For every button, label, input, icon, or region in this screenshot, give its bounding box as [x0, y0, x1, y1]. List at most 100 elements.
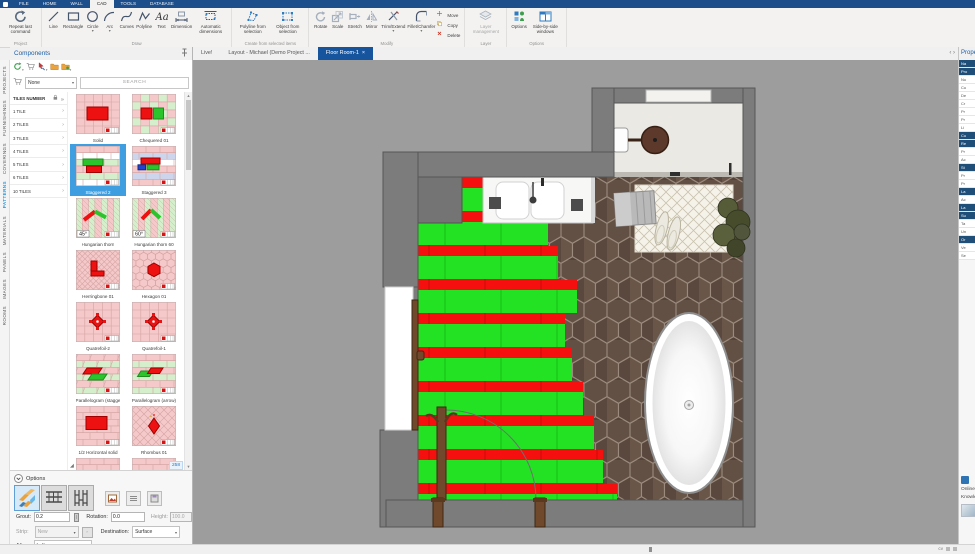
tile-pattern-hungarian-thorn[interactable]: 45° Hungarian thorn	[68, 196, 157, 248]
object-from-selection-button[interactable]: Object from selection	[270, 9, 305, 35]
trim-extend-button[interactable]: Trim/Extend ▾	[380, 9, 406, 34]
property-row[interactable]: Pr	[959, 172, 975, 180]
sidebar-item-coverings[interactable]: COVERINGS	[2, 143, 7, 174]
bathtub[interactable]	[644, 312, 734, 494]
property-category-row[interactable]: La	[959, 188, 975, 196]
towel[interactable]	[613, 190, 657, 227]
help-link-2[interactable]: Knowledge	[961, 494, 975, 502]
property-row[interactable]: Li	[959, 124, 975, 132]
filter-1-tile[interactable]: 1 TILE ›	[10, 105, 67, 119]
filter-4-tiles[interactable]: 4 TILES ›	[10, 145, 67, 159]
destination-dropdown[interactable]: Surface ▾	[132, 526, 181, 538]
help-thumbnail[interactable]	[961, 504, 975, 517]
copy-button[interactable]: Copy	[437, 21, 460, 29]
cart-toolbar-button[interactable]	[26, 62, 35, 73]
menu-wall[interactable]: WALL	[63, 0, 89, 8]
property-row[interactable]: Un	[959, 228, 975, 236]
grout-color-swatch[interactable]	[73, 512, 80, 522]
doc-tab-live[interactable]: Live!	[193, 47, 220, 60]
folder-toolbar-button[interactable]	[49, 62, 59, 73]
curves-button[interactable]: Curves	[118, 9, 135, 30]
tile-pattern-hungarian-thorn-60[interactable]: 60° Hungarian thorn 60	[91, 196, 186, 248]
text-button[interactable]: Aa Text	[153, 9, 170, 30]
sync-toolbar-button[interactable]: ▾	[13, 62, 24, 73]
mode-staggered-button[interactable]	[68, 485, 94, 511]
folder2-toolbar-button[interactable]: ▾	[60, 62, 71, 73]
property-row[interactable]: Nu	[959, 76, 975, 84]
stretch-button[interactable]: Stretch	[346, 9, 363, 30]
property-row[interactable]: Ac	[959, 156, 975, 164]
help-icon[interactable]	[961, 476, 969, 484]
statusbar-icon-2[interactable]	[953, 546, 957, 551]
shower-platform[interactable]	[417, 176, 463, 224]
tile-pattern-quatrefoil-1[interactable]: Quatrefoil-1	[126, 300, 182, 352]
floor-plan[interactable]	[193, 60, 958, 545]
tile-pattern-staggered-2[interactable]: Staggered 2	[70, 144, 126, 196]
search-input[interactable]: SEARCH	[80, 76, 189, 89]
filter-2-tiles[interactable]: 2 TILES ›	[10, 119, 67, 132]
property-row[interactable]: Pr	[959, 116, 975, 124]
filter-6-tiles[interactable]: 6 TILES ›	[10, 172, 67, 186]
sidebar-item-patterns[interactable]: PATTERNS	[2, 181, 7, 208]
menu-database[interactable]: DATABASE	[143, 0, 181, 8]
arc-button[interactable]: Arc ▾	[101, 9, 118, 34]
filter-5-tiles[interactable]: 5 TILES ›	[10, 158, 67, 172]
property-row[interactable]: De	[959, 92, 975, 100]
strip-dropdown[interactable]: New ▾	[34, 526, 79, 538]
property-row[interactable]: Ta	[959, 220, 975, 228]
tile-pattern-rhombus-01[interactable]: Rhombus 01	[87, 404, 186, 456]
mode-pattern-button[interactable]	[14, 485, 40, 511]
property-row[interactable]: Ac	[959, 196, 975, 204]
cart-icon[interactable]	[13, 77, 22, 88]
property-row[interactable]: Pr	[959, 148, 975, 156]
property-category-row[interactable]: Cu	[959, 132, 975, 140]
doc-tab-floor-room-1[interactable]: Floor Room-1 ×	[317, 47, 373, 60]
tile-pattern-partial[interactable]	[70, 456, 126, 470]
sidebar-item-images[interactable]: IMAGES	[2, 279, 7, 299]
property-row[interactable]: Ve	[959, 244, 975, 252]
property-category-row[interactable]: Re	[959, 140, 975, 148]
tile-pattern-1-2-horizontal-solid[interactable]: 1/2 Horizontal solid	[70, 404, 126, 456]
tile-pattern-quatrefoil-2[interactable]: Quatrefoil-2	[70, 300, 126, 352]
property-row[interactable]: Se	[959, 252, 975, 260]
strip-aux-button[interactable]: ›	[81, 526, 93, 538]
delete-button[interactable]: Delete	[437, 31, 460, 39]
menu-home[interactable]: HOME	[36, 0, 64, 8]
option-small-button-2[interactable]	[126, 491, 141, 506]
components-filter-dropdown[interactable]: None ▾	[25, 76, 77, 89]
tile-pattern-herringbone-01[interactable]: Herringbone 01	[68, 248, 161, 300]
tile-pattern-chequered-01[interactable]: Chequered 01	[126, 92, 182, 144]
sidebar-item-projects[interactable]: PROJECTS	[2, 66, 7, 94]
mode-grid-button[interactable]	[41, 485, 67, 511]
scale-button[interactable]: Scale	[329, 9, 346, 30]
menu-file[interactable]: FILE	[12, 0, 36, 8]
polyline-from-selection-button[interactable]: Polyline from selection	[235, 9, 270, 35]
fillet-chamfer-button[interactable]: Fillet/Chamfer ▾	[406, 9, 436, 34]
tab-scroll-arrows[interactable]: ‹ ›	[949, 47, 958, 60]
sidebar-item-materials[interactable]: MATERIALS	[2, 216, 7, 245]
line-button[interactable]: Line	[45, 9, 62, 30]
property-category-row[interactable]: St	[959, 164, 975, 172]
property-row[interactable]: Cu	[959, 84, 975, 92]
circle-button[interactable]: Circle ▾	[84, 9, 101, 34]
help-link[interactable]: Online	[961, 486, 975, 494]
property-category-row[interactable]: Na	[959, 60, 975, 68]
polyline-button[interactable]: Polyline	[135, 9, 153, 30]
filter-3-tiles[interactable]: 3 TILES ›	[10, 132, 67, 146]
pointer-toolbar-button[interactable]: ▾	[37, 62, 48, 73]
rotation-input[interactable]	[110, 512, 145, 522]
filter-10-tiles[interactable]: 10 TILES ›	[10, 185, 67, 199]
options-button[interactable]: Options	[510, 9, 528, 30]
menu-cad[interactable]: CAD	[89, 0, 114, 8]
rectangle-button[interactable]: Rectangle	[62, 9, 84, 30]
mirror-button[interactable]: Mirror	[363, 9, 380, 30]
sidebar-item-panels[interactable]: PANELS	[2, 252, 7, 272]
property-row[interactable]: Pr	[959, 180, 975, 188]
filter-header-tiles-number[interactable]: TILES NUMBER »	[10, 92, 67, 106]
height-input[interactable]	[170, 512, 192, 522]
option-small-button-1[interactable]	[105, 491, 120, 506]
vanity-unit[interactable]	[482, 176, 595, 224]
doc-tab-layout-michael-demo-project[interactable]: Layout - Michael (Demo Project ...	[220, 47, 318, 60]
pin-icon[interactable]	[181, 48, 188, 59]
grout-input[interactable]	[33, 512, 70, 522]
